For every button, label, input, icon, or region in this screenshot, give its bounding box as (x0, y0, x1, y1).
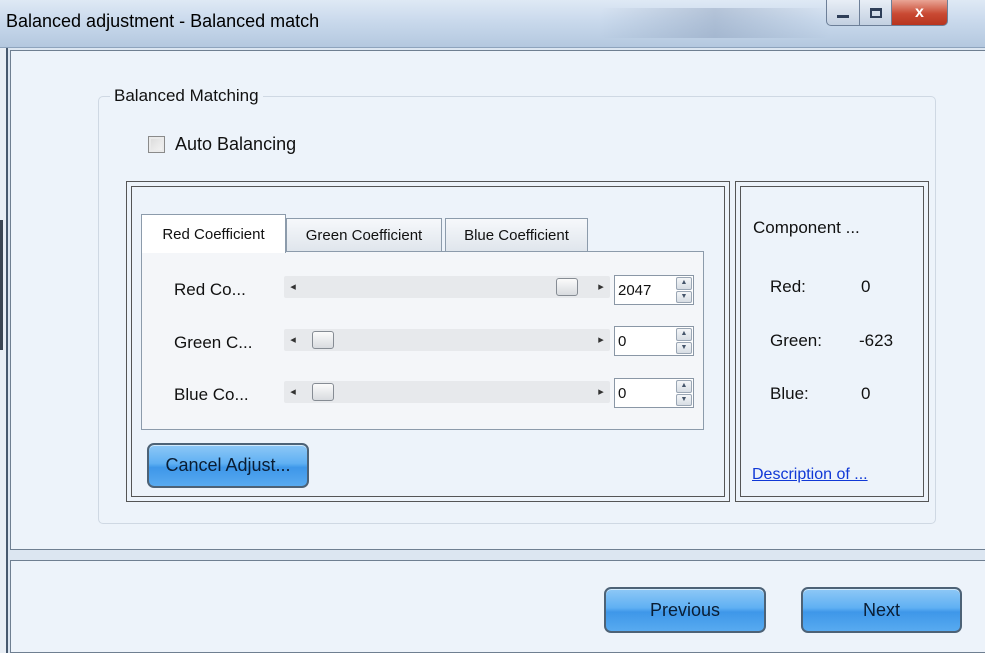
blue-coefficient-spinbox[interactable]: 0 ▲ ▼ (614, 378, 694, 408)
component-red-label: Red: (770, 277, 806, 296)
auto-balancing-row[interactable]: Auto Balancing (148, 134, 296, 155)
auto-balancing-checkbox[interactable] (148, 136, 165, 153)
spin-up-icon[interactable]: ▲ (676, 380, 692, 393)
tab-green-coefficient[interactable]: Green Coefficient (286, 218, 442, 252)
blue-coefficient-label: Blue Co... (174, 385, 249, 404)
close-icon: x (915, 3, 924, 21)
spin-up-icon[interactable]: ▲ (676, 328, 692, 341)
window-title: Balanced adjustment - Balanced match (6, 11, 320, 31)
minimize-button[interactable] (826, 0, 860, 26)
slider-thumb[interactable] (312, 331, 334, 349)
component-blue-value: 0 (861, 384, 871, 403)
description-link[interactable]: Description of ... (752, 466, 868, 484)
red-coefficient-label: Red Co... (174, 280, 246, 299)
red-coefficient-slider[interactable]: ◂ ▸ (284, 276, 610, 298)
title-bar-blur (600, 8, 830, 38)
green-coefficient-label: Green C... (174, 333, 253, 352)
slider-left-icon[interactable]: ◂ (286, 384, 300, 400)
maximize-button[interactable] (860, 0, 892, 26)
spin-up-icon[interactable]: ▲ (676, 277, 692, 290)
green-coefficient-spinbox[interactable]: 0 ▲ ▼ (614, 326, 694, 356)
blue-coefficient-value[interactable]: 0 (618, 385, 626, 402)
auto-balancing-label: Auto Balancing (175, 134, 297, 154)
previous-button[interactable]: Previous (604, 587, 766, 633)
maximize-icon (869, 7, 882, 18)
slider-thumb[interactable] (556, 278, 578, 296)
title-bar: Balanced adjustment - Balanced match x (0, 0, 985, 48)
minimize-icon (837, 15, 849, 18)
component-green-label: Green: (770, 331, 822, 350)
tab-red-coefficient[interactable]: Red Coefficient (141, 214, 286, 253)
slider-left-icon[interactable]: ◂ (286, 279, 300, 295)
red-coefficient-value[interactable]: 2047 (618, 282, 651, 299)
window-edge (0, 220, 3, 350)
green-coefficient-slider[interactable]: ◂ ▸ (284, 329, 610, 351)
spin-down-icon[interactable]: ▼ (676, 393, 692, 406)
slider-right-icon[interactable]: ▸ (594, 384, 608, 400)
slider-right-icon[interactable]: ▸ (594, 332, 608, 348)
slider-left-icon[interactable]: ◂ (286, 332, 300, 348)
component-red-value: 0 (861, 277, 871, 296)
spin-down-icon[interactable]: ▼ (676, 290, 692, 303)
tab-blue-coefficient[interactable]: Blue Coefficient (445, 218, 588, 252)
close-button[interactable]: x (892, 0, 948, 26)
group-legend: Balanced Matching (110, 86, 263, 106)
cancel-adjust-button[interactable]: Cancel Adjust... (147, 443, 309, 488)
next-button[interactable]: Next (801, 587, 962, 633)
blue-coefficient-slider[interactable]: ◂ ▸ (284, 381, 610, 403)
spin-down-icon[interactable]: ▼ (676, 341, 692, 354)
slider-thumb[interactable] (312, 383, 334, 401)
slider-right-icon[interactable]: ▸ (594, 279, 608, 295)
green-coefficient-value[interactable]: 0 (618, 333, 626, 350)
component-title: Component ... (753, 218, 860, 237)
component-blue-label: Blue: (770, 384, 809, 403)
window-controls: x (826, 0, 948, 26)
component-green-value: -623 (859, 331, 894, 350)
red-coefficient-spinbox[interactable]: 2047 ▲ ▼ (614, 275, 694, 305)
